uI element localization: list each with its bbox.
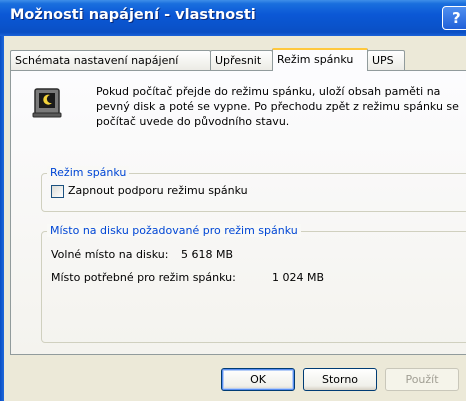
required-space-label: Místo potřebné pro režim spánku: [51,271,236,284]
tab-power-schemes[interactable]: Schémata nastavení napájení [10,50,211,70]
title-bar[interactable]: Možnosti napájení - vlastnosti ? [0,0,466,36]
cancel-button[interactable]: Storno [303,368,377,391]
window-title: Možnosti napájení - vlastnosti [10,7,256,23]
free-space-value: 5 618 MB [181,248,234,261]
ok-button[interactable]: OK [221,368,295,391]
hibernate-description: Pokud počítač přejde do režimu spánku, u… [96,85,459,128]
hibernate-computer-icon [32,88,62,118]
apply-button[interactable]: Použít [385,368,459,391]
help-button[interactable]: ? [442,6,466,30]
window-frame-left [0,36,4,401]
required-space-value: 1 024 MB [272,271,325,284]
free-space-label: Volné místo na disku: [51,248,169,261]
enable-hibernate-checkbox[interactable] [51,185,64,198]
tab-hibernate[interactable]: Režim spánku [272,48,368,71]
tab-advanced[interactable]: Upřesnit [210,50,273,70]
disk-space-group-title: Místo na disku požadované pro režim spán… [47,224,301,237]
properties-window: Možnosti napájení - vlastnosti ? Schémat… [0,0,466,401]
enable-hibernate-label[interactable]: Zapnout podporu režimu spánku [68,184,248,197]
sleep-mode-group-title: Režim spánku [47,166,130,179]
tab-ups[interactable]: UPS [367,50,405,70]
